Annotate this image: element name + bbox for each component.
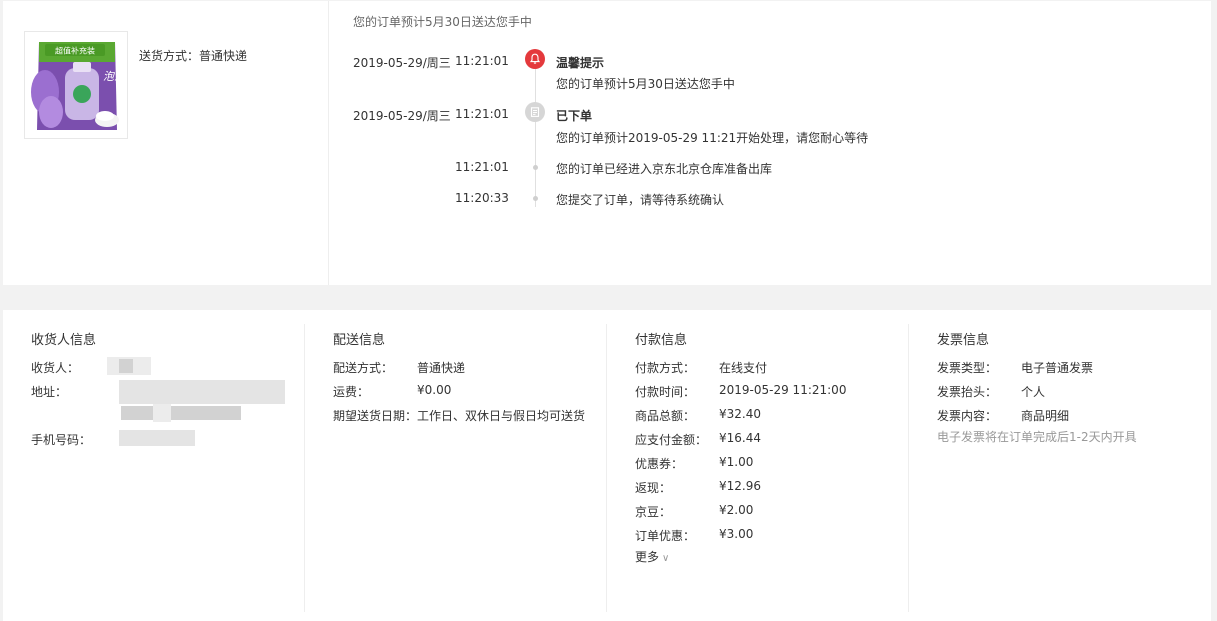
row-value: ¥16.44 <box>719 431 761 445</box>
order-info-card: 收货人信息 收货人： 地址： 手机号码： 配送信息 配送方式： 普通快递 运费：… <box>3 310 1211 621</box>
event-description: 您的订单预计5月30日送达您手中 <box>556 77 735 91</box>
row-value: 2019-05-29 11:21:00 <box>719 383 847 397</box>
event-time: 11:21:01 <box>455 107 509 121</box>
invoice-note: 电子发票将在订单完成后1-2天内开具 <box>937 430 1137 444</box>
event-date: 2019-05-29/周三 <box>353 56 451 70</box>
row-label: 订单优惠： <box>635 529 696 543</box>
svg-text:泡沫: 泡沫 <box>103 70 127 83</box>
more-payment-details-link[interactable]: 更多 ∨ <box>635 548 669 565</box>
row-label: 地址： <box>31 385 68 399</box>
event-time: 11:21:01 <box>455 160 509 174</box>
row-label: 商品总额： <box>635 409 696 423</box>
product-image[interactable]: 超值补充装 泡沫 <box>24 31 128 139</box>
product-column: 超值补充装 泡沫 送货方式：普通快递 <box>3 1 329 285</box>
redacted-block <box>153 404 171 422</box>
redacted-block <box>119 359 133 373</box>
row-label: 配送方式： <box>333 361 394 375</box>
event-description: 您的订单已经进入京东北京仓库准备出库 <box>556 162 773 176</box>
row-value: 工作日、双休日与假日均可送货 <box>417 409 586 423</box>
row-value: ¥3.00 <box>719 527 754 541</box>
row-label: 期望送货日期： <box>333 409 418 423</box>
row-label: 手机号码： <box>31 433 92 447</box>
section-title: 发票信息 <box>937 333 990 348</box>
row-label: 发票抬头： <box>937 385 998 399</box>
section-title: 收货人信息 <box>31 333 97 348</box>
row-label: 付款时间： <box>635 385 696 399</box>
more-link-label: 更多 <box>635 550 660 564</box>
event-description: 您提交了订单，请等待系统确认 <box>556 193 725 207</box>
row-value: 电子普通发票 <box>1021 361 1094 375</box>
event-date: 2019-05-29/周三 <box>353 109 451 123</box>
event-title: 已下单 <box>556 109 593 123</box>
svg-text:超值补充装: 超值补充装 <box>55 46 95 56</box>
invoice-info-section: 发票信息 发票类型： 电子普通发票 发票抬头： 个人 发票内容： 商品明细 电子… <box>909 310 1211 621</box>
tracking-timeline: 您的订单预计5月30日送达您手中 2019-05-29/周三 11:21:01 … <box>329 1 1211 285</box>
row-value: ¥12.96 <box>719 479 761 493</box>
row-value: ¥1.00 <box>719 455 754 469</box>
shipping-method: 送货方式：普通快递 <box>139 49 248 63</box>
event-description: 您的订单预计2019-05-29 11:21开始处理，请您耐心等待 <box>556 131 869 145</box>
row-label: 应支付金额： <box>635 433 708 447</box>
order-icon <box>525 102 545 122</box>
row-label: 京豆： <box>635 505 672 519</box>
chevron-down-icon: ∨ <box>662 553 670 564</box>
row-value: ¥2.00 <box>719 503 754 517</box>
redacted-address-line <box>119 380 285 404</box>
row-value: ¥0.00 <box>417 383 452 397</box>
redacted-address-line <box>121 406 241 420</box>
product-illustration: 超值补充装 泡沫 <box>25 32 127 138</box>
row-label: 返现： <box>635 481 672 495</box>
event-time: 11:20:33 <box>455 191 509 205</box>
row-label: 收货人： <box>31 361 80 375</box>
row-label: 优惠券： <box>635 457 684 471</box>
delivery-estimate-headline: 您的订单预计5月30日送达您手中 <box>353 15 532 29</box>
row-label: 发票类型： <box>937 361 998 375</box>
section-title: 配送信息 <box>333 333 386 348</box>
timeline-line <box>535 57 536 207</box>
row-label: 付款方式： <box>635 361 696 375</box>
order-tracking-card: 超值补充装 泡沫 送货方式：普通快递 您的订单预计5月30日送达您手中 2019… <box>3 1 1211 285</box>
timeline-dot <box>533 165 538 170</box>
delivery-info-section: 配送信息 配送方式： 普通快递 运费： ¥0.00 期望送货日期： 工作日、双休… <box>305 310 607 621</box>
consignee-info-section: 收货人信息 收货人： 地址： 手机号码： <box>3 310 305 621</box>
section-title: 付款信息 <box>635 333 688 348</box>
redacted-phone-number <box>119 430 195 446</box>
row-value: 个人 <box>1021 385 1046 399</box>
row-value: ¥32.40 <box>719 407 761 421</box>
event-time: 11:21:01 <box>455 54 509 68</box>
row-value: 普通快递 <box>417 361 466 375</box>
bell-icon <box>525 49 545 69</box>
row-label: 发票内容： <box>937 409 998 423</box>
row-value: 在线支付 <box>719 361 768 375</box>
event-title: 温馨提示 <box>556 56 605 70</box>
payment-info-section: 付款信息 付款方式： 在线支付 付款时间： 2019-05-29 11:21:0… <box>607 310 909 621</box>
timeline-dot <box>533 196 538 201</box>
row-label: 运费： <box>333 385 370 399</box>
row-value: 商品明细 <box>1021 409 1070 423</box>
